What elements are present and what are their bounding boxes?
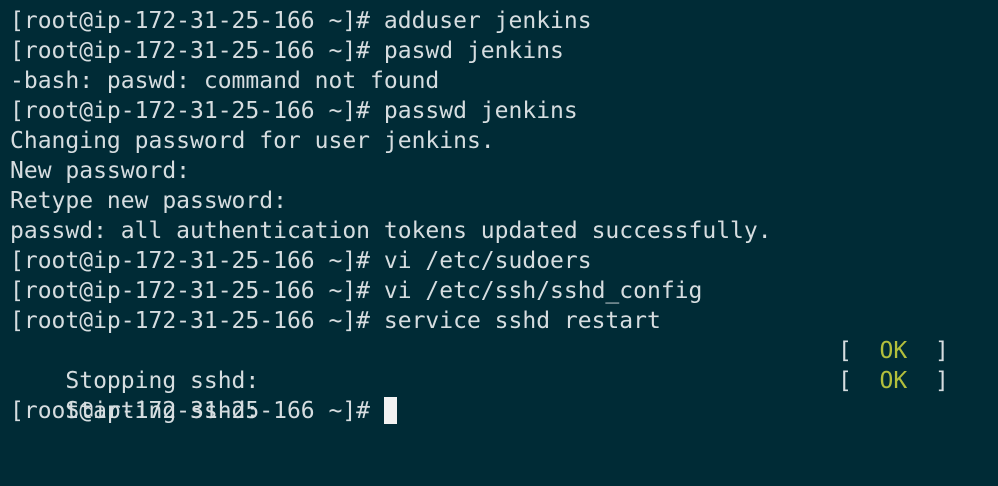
status-bracket-close: ] <box>907 368 949 394</box>
line-text: passwd: all authentication tokens update… <box>10 218 772 244</box>
line-text: [root@ip-172-31-25-166 ~]# vi /etc/ssh/s… <box>10 278 703 304</box>
status-ok: OK <box>879 338 908 364</box>
line-text: -bash: paswd: command not found <box>10 68 440 94</box>
line-text: [root@ip-172-31-25-166 ~]# adduser jenki… <box>10 8 592 34</box>
line-text: [root@ip-172-31-25-166 ~]# vi /etc/sudoe… <box>10 248 592 274</box>
status-bracket-open: [ <box>838 338 880 364</box>
terminal-line: [root@ip-172-31-25-166 ~]# paswd jenkins <box>10 36 998 66</box>
terminal-line: [root@ip-172-31-25-166 ~]# service sshd … <box>10 306 998 336</box>
terminal-line: passwd: all authentication tokens update… <box>10 216 998 246</box>
terminal-line: New password: <box>10 156 998 186</box>
terminal-line: Changing password for user jenkins. <box>10 126 998 156</box>
terminal-line: Retype new password: <box>10 186 998 216</box>
terminal-line: [root@ip-172-31-25-166 ~]# vi /etc/ssh/s… <box>10 276 998 306</box>
line-text: [root@ip-172-31-25-166 ~]# paswd jenkins <box>10 38 564 64</box>
terminal-line: [root@ip-172-31-25-166 ~]# vi /etc/sudoe… <box>10 246 998 276</box>
line-text: [root@ip-172-31-25-166 ~]# service sshd … <box>10 308 661 334</box>
status-bracket-close: ] <box>907 338 949 364</box>
line-text: [root@ip-172-31-25-166 ~]# passwd jenkin… <box>10 98 578 124</box>
line-text: Retype new password: <box>10 188 287 214</box>
terminal-window[interactable]: [root@ip-172-31-25-166 ~]# adduser jenki… <box>0 0 998 434</box>
terminal-line: Stopping sshd: [ OK ] <box>10 336 998 394</box>
status-bracket-open: [ <box>838 368 880 394</box>
text-cursor[interactable] <box>383 396 397 424</box>
terminal-line: [root@ip-172-31-25-166 ~]# passwd jenkin… <box>10 96 998 126</box>
prompt-text: [root@ip-172-31-25-166 ~]# <box>10 398 384 424</box>
line-text: New password: <box>10 158 191 184</box>
service-status: [ OK ] <box>838 366 949 396</box>
terminal-prompt-line[interactable]: [root@ip-172-31-25-166 ~]# <box>10 396 998 426</box>
terminal-line: [root@ip-172-31-25-166 ~]# adduser jenki… <box>10 6 998 36</box>
line-text: Changing password for user jenkins. <box>10 128 495 154</box>
terminal-line: Starting sshd: [ OK ] <box>10 366 998 424</box>
service-status: [ OK ] <box>838 336 949 366</box>
terminal-line: -bash: paswd: command not found <box>10 66 998 96</box>
status-ok: OK <box>879 368 908 394</box>
